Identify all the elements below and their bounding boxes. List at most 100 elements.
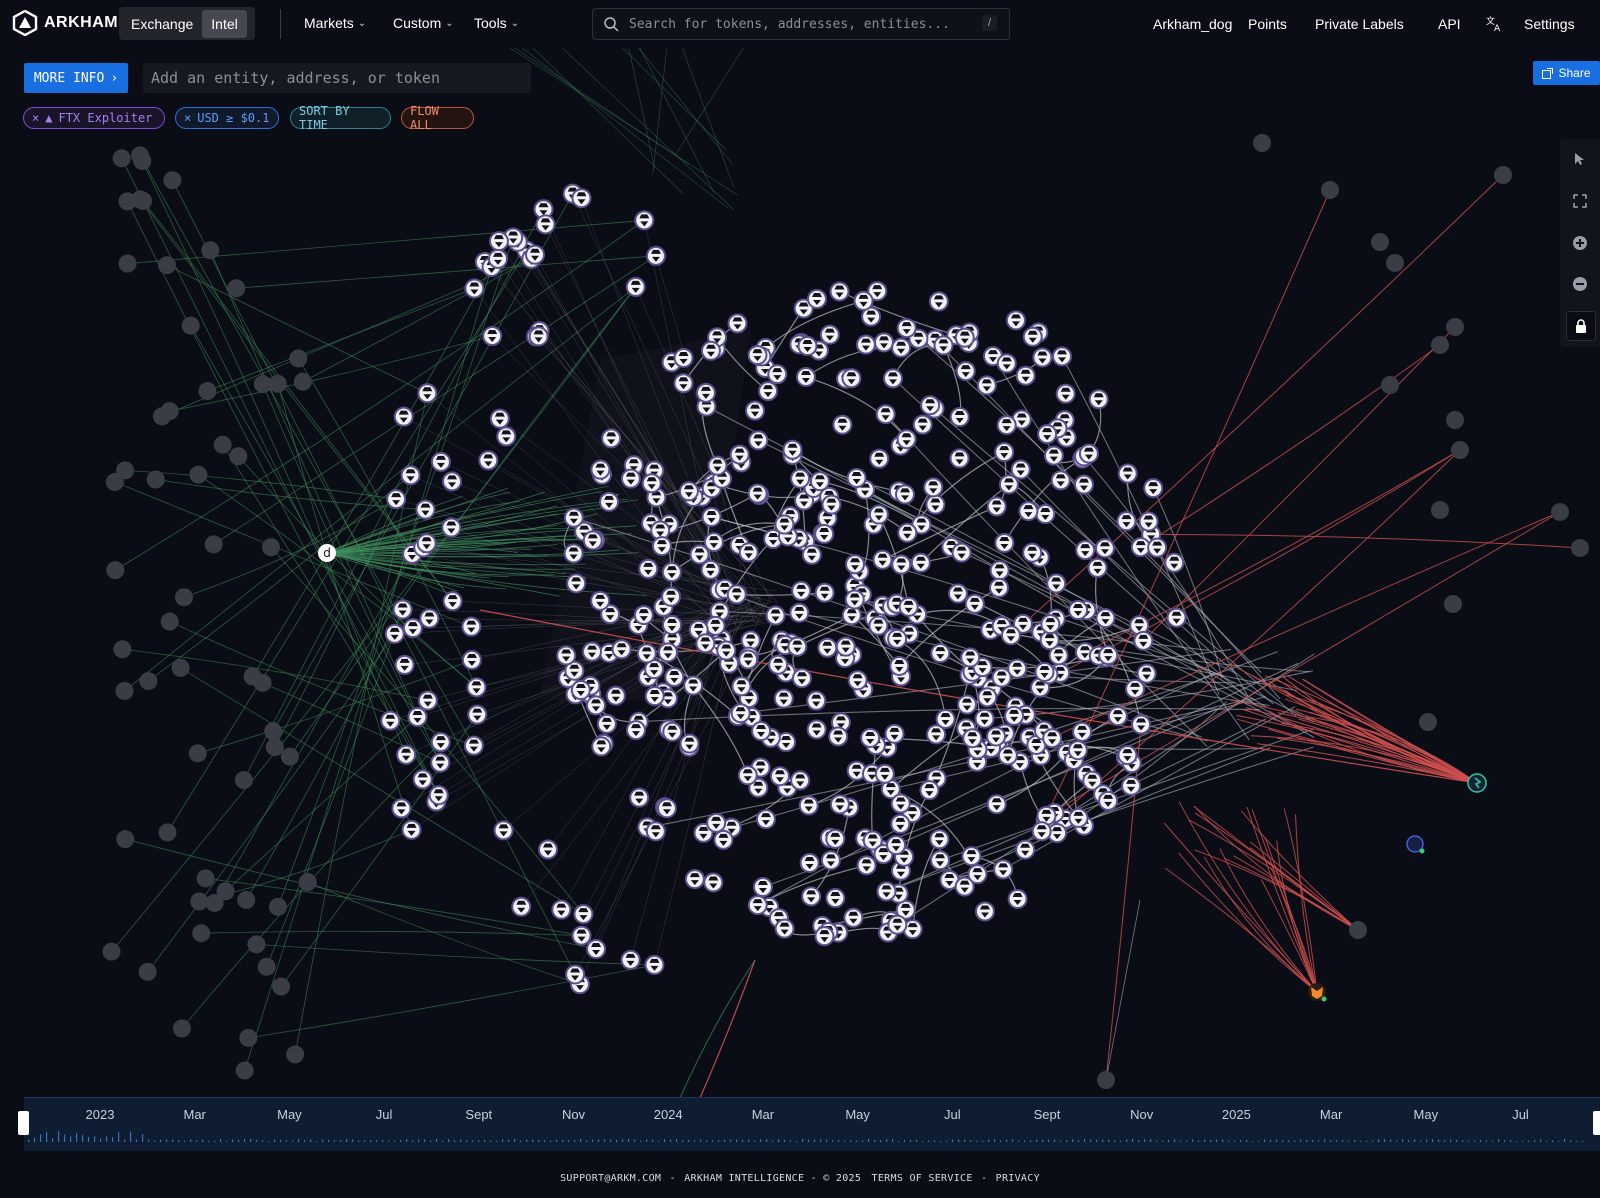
hacker-node[interactable] (511, 896, 532, 917)
nav-user[interactable]: Arkham_dog (1153, 16, 1232, 32)
hacker-node[interactable] (700, 559, 721, 580)
labeled-address-node[interactable] (268, 897, 287, 916)
hacker-node[interactable] (887, 628, 908, 649)
hacker-node[interactable] (620, 949, 641, 970)
hacker-node[interactable] (563, 507, 584, 528)
hacker-node[interactable] (478, 450, 499, 471)
menu-tools[interactable]: Tools ⌄ (474, 15, 519, 31)
hacker-node[interactable] (412, 769, 433, 790)
hacker-node[interactable] (752, 877, 773, 898)
hacker-node[interactable] (419, 608, 440, 629)
labeled-address-node[interactable] (196, 869, 215, 888)
labeled-address-node[interactable] (171, 658, 190, 677)
hacker-node[interactable] (1117, 745, 1138, 766)
hacker-node[interactable] (1098, 645, 1119, 666)
hacker-node[interactable] (1055, 383, 1076, 404)
labeled-address-node[interactable] (146, 470, 165, 489)
hacker-node[interactable] (391, 798, 412, 819)
hacker-node[interactable] (929, 829, 950, 850)
hacker-node[interactable] (846, 468, 867, 489)
hacker-node[interactable] (727, 313, 748, 334)
hacker-node[interactable] (787, 636, 808, 657)
pointer-icon[interactable] (1566, 145, 1594, 173)
hacker-node[interactable] (729, 444, 750, 465)
hacker-node[interactable] (856, 855, 877, 876)
hacker-node[interactable] (633, 605, 654, 626)
hacker-node[interactable] (926, 724, 947, 745)
hacker-node[interactable] (976, 375, 997, 396)
share-button[interactable]: Share (1533, 61, 1600, 85)
labeled-address-node[interactable] (172, 1019, 191, 1038)
hacker-node[interactable] (875, 404, 896, 425)
labeled-address-node[interactable] (204, 535, 223, 554)
hacker-node[interactable] (1015, 839, 1036, 860)
hacker-node[interactable] (747, 895, 768, 916)
hacker-node[interactable] (1117, 463, 1138, 484)
hacker-node[interactable] (821, 494, 842, 515)
hacker-node[interactable] (1136, 663, 1157, 684)
hacker-node[interactable] (651, 536, 672, 557)
hacker-node[interactable] (661, 586, 682, 607)
hacker-node[interactable] (684, 869, 705, 890)
hacker-node[interactable] (582, 641, 603, 662)
labeled-address-node[interactable] (1451, 441, 1469, 459)
nav-points[interactable]: Points (1248, 16, 1287, 32)
labeled-address-node[interactable] (264, 722, 283, 741)
search-input[interactable] (627, 15, 971, 33)
hacker-node[interactable] (644, 954, 665, 975)
filter-chip-usd[interactable]: × USD ≥ $0.1 (175, 107, 279, 129)
hacker-node[interactable] (1034, 661, 1055, 682)
hacker-node[interactable] (1042, 728, 1063, 749)
hacker-node[interactable] (1000, 625, 1021, 646)
labeled-address-node[interactable] (174, 588, 193, 607)
hacker-node[interactable] (638, 558, 659, 579)
hacker-node[interactable] (1147, 537, 1168, 558)
hacker-node[interactable] (706, 812, 727, 833)
hacker-node[interactable] (887, 914, 908, 935)
hacker-node[interactable] (891, 337, 912, 358)
hacker-node[interactable] (601, 428, 622, 449)
hacker-node[interactable] (919, 780, 940, 801)
labeled-address-node[interactable] (189, 465, 208, 484)
hacker-node[interactable] (1007, 888, 1028, 909)
hacker-node[interactable] (525, 244, 546, 265)
hacker-node[interactable] (737, 765, 758, 786)
hacker-node[interactable] (747, 483, 768, 504)
hacker-node[interactable] (891, 554, 912, 575)
hacker-node[interactable] (925, 494, 946, 515)
labeled-address-node[interactable] (1381, 376, 1399, 394)
hacker-node[interactable] (767, 364, 788, 385)
lock-icon[interactable] (1566, 311, 1596, 341)
labeled-address-node[interactable] (1446, 411, 1464, 429)
labeled-address-node[interactable] (112, 149, 131, 168)
zoom-in-icon[interactable] (1566, 229, 1594, 257)
hacker-node[interactable] (1073, 474, 1094, 495)
labeled-address-node[interactable] (1444, 595, 1462, 613)
hacker-node[interactable] (1037, 424, 1058, 445)
hacker-node[interactable] (1088, 389, 1109, 410)
hacker-node[interactable] (661, 562, 682, 583)
labeled-address-node[interactable] (257, 957, 276, 976)
labeled-address-node[interactable] (198, 382, 217, 401)
hacker-node[interactable] (819, 324, 840, 345)
hacker-node[interactable] (658, 642, 679, 663)
hacker-node[interactable] (882, 368, 903, 389)
hacker-node[interactable] (664, 666, 685, 687)
labeled-address-node[interactable] (160, 402, 179, 421)
labeled-address-node[interactable] (1097, 1071, 1115, 1089)
labeled-address-node[interactable] (138, 962, 157, 981)
hacker-node[interactable] (1004, 705, 1025, 726)
hacker-node[interactable] (782, 439, 803, 460)
hacker-node[interactable] (872, 549, 893, 570)
hacker-node[interactable] (962, 728, 983, 749)
labeled-address-node[interactable] (1386, 254, 1404, 272)
labeled-address-node[interactable] (235, 1061, 254, 1080)
labeled-address-node[interactable] (272, 977, 291, 996)
hacker-node[interactable] (417, 383, 438, 404)
hacker-node[interactable] (586, 939, 607, 960)
more-info-button[interactable]: MORE INFO › (24, 63, 128, 93)
hacker-node[interactable] (996, 415, 1017, 436)
hacker-node[interactable] (713, 829, 734, 850)
hacker-node[interactable] (731, 676, 752, 697)
hacker-node[interactable] (949, 407, 970, 428)
